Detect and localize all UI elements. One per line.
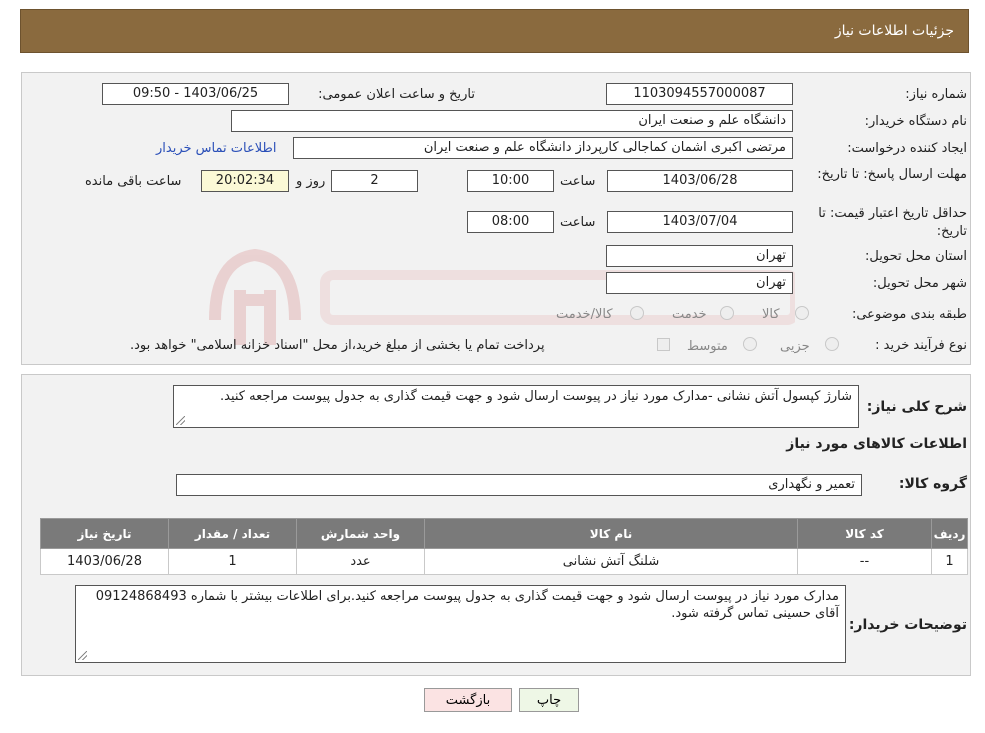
price-validity-date-field[interactable]: 1403/07/04 xyxy=(607,211,793,233)
delivery-city-label: شهر محل تحویل: xyxy=(872,276,967,291)
column-header: تاریخ نیاز xyxy=(40,518,169,549)
goods-info-title: اطلاعات کالاهای مورد نیاز xyxy=(786,436,967,452)
price-validity-time-field[interactable]: 08:00 xyxy=(467,211,554,233)
goods-group-label: گروه کالا: xyxy=(898,476,967,492)
column-header: واحد شمارش xyxy=(296,518,425,549)
requester-field[interactable]: مرتضی اکبری اشمان کماجالی کارپرداز دانشگ… xyxy=(293,137,793,159)
general-desc-field[interactable]: شارژ کپسول آتش نشانی -مدارک مورد نیاز در… xyxy=(173,385,859,428)
need-number-field[interactable]: 1103094557000087 xyxy=(606,83,793,105)
price-validity-time-label: ساعت xyxy=(560,215,596,230)
purchase-medium-radio[interactable] xyxy=(743,337,757,351)
treasury-note: پرداخت تمام یا بخشی از مبلغ خرید،از محل … xyxy=(130,338,545,353)
reply-deadline-time-label: ساعت xyxy=(560,174,596,189)
announce-datetime-field[interactable]: 1403/06/25 - 09:50 xyxy=(102,83,289,105)
column-header: ردیف xyxy=(931,518,968,549)
goods-table: ردیف کد کالا نام کالا واحد شمارش تعداد /… xyxy=(40,518,968,575)
category-service-radio[interactable] xyxy=(720,306,734,320)
need-number-label: شماره نیاز: xyxy=(905,87,967,102)
reply-deadline-label: مهلت ارسال پاسخ: تا تاریخ: xyxy=(817,167,967,182)
reply-deadline-time-field[interactable]: 10:00 xyxy=(467,170,554,192)
print-button[interactable]: چاپ xyxy=(519,688,579,712)
buyer-org-label: نام دستگاه خریدار: xyxy=(864,114,967,129)
table-cell: عدد xyxy=(296,548,425,575)
buyer-org-field[interactable]: دانشگاه علم و صنعت ایران xyxy=(231,110,793,132)
category-label: طبقه بندی موضوعی: xyxy=(851,307,967,322)
price-validity-label: حداقل تاریخ اعتبار قیمت: تا تاریخ: xyxy=(818,206,967,239)
delivery-province-field[interactable]: تهران xyxy=(606,245,793,267)
table-cell: 1 xyxy=(931,548,968,575)
delivery-city-field[interactable]: تهران xyxy=(606,272,793,294)
category-service-label: خدمت xyxy=(672,307,707,322)
remaining-time-field: 20:02:34 xyxy=(201,170,289,192)
buyer-notes-field[interactable]: مدارک مورد نیاز در پیوست ارسال شود و جهت… xyxy=(75,585,846,663)
remaining-time-label: ساعت باقی مانده xyxy=(85,174,182,189)
purchase-minor-label: جزیی xyxy=(780,339,810,354)
general-desc-label: شرح کلی نیاز: xyxy=(866,399,967,415)
reply-deadline-days-field[interactable]: 2 xyxy=(331,170,418,192)
purchase-type-label: نوع فرآیند خرید : xyxy=(875,338,967,353)
category-goods-label: کالا xyxy=(762,307,780,322)
page-title: جزئیات اطلاعات نیاز xyxy=(834,23,954,39)
treasury-checkbox[interactable] xyxy=(657,338,670,351)
table-cell: -- xyxy=(797,548,932,575)
resize-grip-icon[interactable] xyxy=(176,416,185,425)
table-cell: 1403/06/28 xyxy=(40,548,169,575)
table-row: 1 -- شلنگ آتش نشانی عدد 1 1403/06/28 xyxy=(40,548,968,575)
goods-table-header: ردیف کد کالا نام کالا واحد شمارش تعداد /… xyxy=(40,518,968,549)
buyer-notes-label: توضیحات خریدار: xyxy=(848,617,967,633)
announce-datetime-label: تاریخ و ساعت اعلان عمومی: xyxy=(318,87,475,102)
requester-label: ایجاد کننده درخواست: xyxy=(847,141,967,156)
delivery-province-label: استان محل تحویل: xyxy=(865,249,967,264)
category-goods-service-radio[interactable] xyxy=(630,306,644,320)
column-header: نام کالا xyxy=(424,518,798,549)
column-header: کد کالا xyxy=(797,518,932,549)
resize-grip-icon[interactable] xyxy=(78,651,87,660)
table-cell: 1 xyxy=(168,548,297,575)
reply-deadline-date-field[interactable]: 1403/06/28 xyxy=(607,170,793,192)
category-goods-service-label: کالا/خدمت xyxy=(556,307,613,322)
purchase-medium-label: متوسط xyxy=(687,339,728,354)
days-label: روز و xyxy=(296,174,326,189)
category-goods-radio[interactable] xyxy=(795,306,809,320)
table-cell: شلنگ آتش نشانی xyxy=(424,548,798,575)
purchase-minor-radio[interactable] xyxy=(825,337,839,351)
back-button[interactable]: بازگشت xyxy=(424,688,512,712)
goods-group-field[interactable]: تعمیر و نگهداری xyxy=(176,474,862,496)
buyer-contact-link[interactable]: اطلاعات تماس خریدار xyxy=(156,141,276,156)
page-header: جزئیات اطلاعات نیاز xyxy=(20,9,969,53)
column-header: تعداد / مقدار xyxy=(168,518,297,549)
